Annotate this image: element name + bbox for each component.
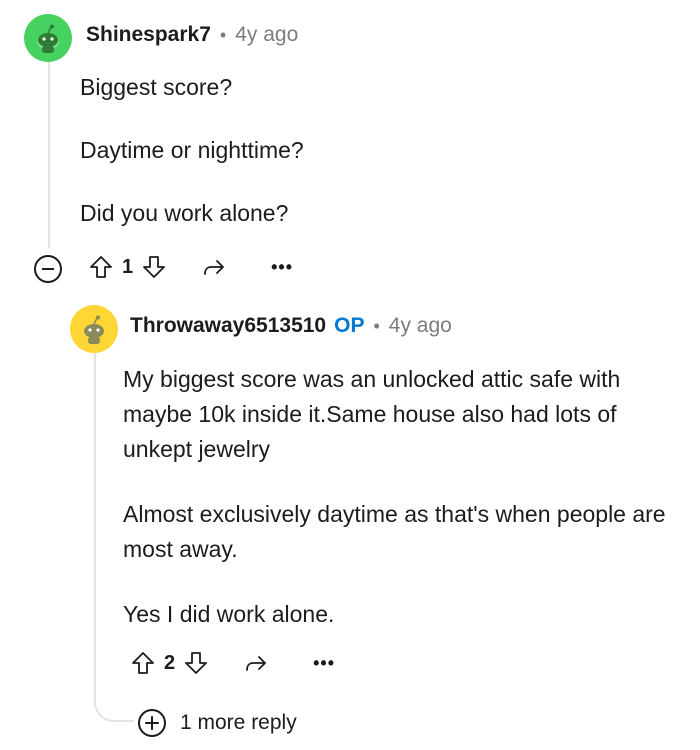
comment-header: Shinespark7 • 4y ago xyxy=(86,23,298,47)
more-options-button[interactable]: ••• xyxy=(271,257,293,278)
upvote-icon xyxy=(90,256,112,278)
op-badge: OP xyxy=(334,314,365,337)
separator-dot: • xyxy=(219,24,227,45)
collapse-icon xyxy=(42,268,54,270)
snoo-avatar-icon xyxy=(37,24,59,53)
comment-paragraph: Did you work alone? xyxy=(80,200,289,226)
more-options-button[interactable]: ••• xyxy=(313,653,335,674)
collapse-button[interactable] xyxy=(34,255,62,283)
thread-line[interactable] xyxy=(48,62,50,248)
username[interactable]: Throwaway6513510 xyxy=(130,314,326,338)
avatar[interactable] xyxy=(24,14,72,62)
thread-line[interactable] xyxy=(94,350,96,705)
timestamp[interactable]: 4y ago xyxy=(235,23,298,47)
comment-paragraph: Almost exclusively daytime as that's whe… xyxy=(123,501,666,562)
username[interactable]: Shinespark7 xyxy=(86,23,211,47)
share-button[interactable] xyxy=(201,254,227,280)
upvote-icon xyxy=(132,652,154,674)
comment-paragraph: My biggest score was an unlocked attic s… xyxy=(123,366,621,462)
share-icon xyxy=(246,656,267,671)
more-replies-label: 1 more reply xyxy=(180,711,297,734)
share-button[interactable] xyxy=(243,650,269,676)
comment-paragraph: Yes I did work alone. xyxy=(123,601,335,627)
upvote-button[interactable] xyxy=(88,254,114,280)
upvote-button[interactable] xyxy=(130,650,156,676)
comment-thread: Shinespark7 • 4y ago Biggest score? Dayt… xyxy=(0,0,700,750)
separator-dot: • xyxy=(373,315,380,336)
comment-body: Biggest score? Daytime or nighttime? Did… xyxy=(80,70,680,231)
vote-count: 1 xyxy=(122,255,134,278)
timestamp[interactable]: 4y ago xyxy=(389,314,452,338)
downvote-button[interactable] xyxy=(141,254,167,280)
comment-body: My biggest score was an unlocked attic s… xyxy=(123,362,683,632)
comment-paragraph: Daytime or nighttime? xyxy=(80,137,304,163)
comment-actions: 1 ••• xyxy=(88,254,293,280)
thread-line-curve xyxy=(94,686,134,722)
downvote-icon xyxy=(143,256,166,278)
share-icon xyxy=(204,260,225,275)
downvote-icon xyxy=(185,652,208,674)
vote-count: 2 xyxy=(164,651,176,674)
comment-actions: 2 ••• xyxy=(130,650,335,676)
comment-paragraph: Biggest score? xyxy=(80,74,233,100)
more-replies-button[interactable]: 1 more reply xyxy=(138,709,297,737)
comment-header: Throwaway6513510 OP • 4y ago xyxy=(130,314,452,338)
avatar[interactable] xyxy=(70,305,118,353)
snoo-avatar-icon xyxy=(84,315,104,344)
plus-icon xyxy=(138,709,166,737)
downvote-button[interactable] xyxy=(183,650,209,676)
